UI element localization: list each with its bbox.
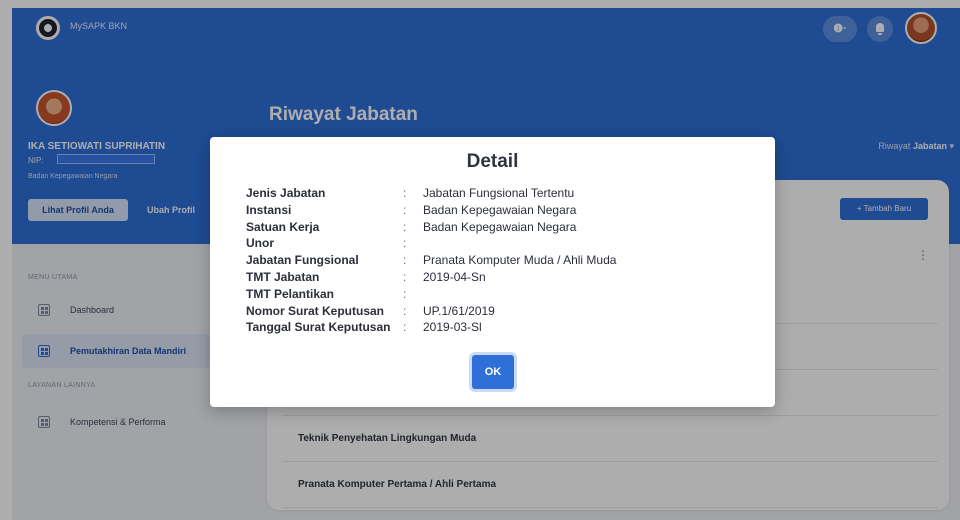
- detail-row: TMT Pelantikan :: [246, 287, 746, 304]
- field-value: Badan Kepegawaian Negara: [423, 219, 577, 234]
- detail-modal: Detail Jenis Jabatan : Jabatan Fungsiona…: [210, 137, 775, 407]
- field-label: Unor: [246, 236, 274, 251]
- field-label: TMT Pelantikan: [246, 286, 335, 301]
- field-separator: :: [403, 253, 407, 268]
- detail-row: Jabatan Fungsional : Pranata Komputer Mu…: [246, 253, 746, 270]
- field-label: Nomor Surat Keputusan: [246, 303, 385, 318]
- detail-row: Satuan Kerja : Badan Kepegawaian Negara: [246, 220, 746, 237]
- field-label: TMT Jabatan: [246, 269, 320, 284]
- field-value: Pranata Komputer Muda / Ahli Muda: [423, 253, 617, 268]
- modal-title: Detail: [466, 151, 519, 172]
- detail-row: Tanggal Surat Keputusan : 2019-03-Sl: [246, 320, 746, 337]
- field-separator: :: [403, 286, 407, 301]
- ok-button[interactable]: OK: [472, 355, 514, 389]
- field-value: 2019-03-Sl: [423, 320, 482, 335]
- field-separator: :: [403, 303, 407, 318]
- field-separator: :: [403, 269, 407, 284]
- detail-fields: Jenis Jabatan : Jabatan Fungsional Terte…: [246, 186, 746, 337]
- field-label: Satuan Kerja: [246, 219, 320, 234]
- field-value: Badan Kepegawaian Negara: [423, 202, 577, 217]
- field-label: Instansi: [246, 202, 292, 217]
- detail-row: TMT Jabatan : 2019-04-Sn: [246, 270, 746, 287]
- field-separator: :: [403, 320, 407, 335]
- field-separator: :: [403, 236, 407, 251]
- detail-row: Jenis Jabatan : Jabatan Fungsional Terte…: [246, 186, 746, 203]
- detail-row: Instansi : Badan Kepegawaian Negara: [246, 203, 746, 220]
- field-separator: :: [403, 186, 407, 200]
- field-label: Tanggal Surat Keputusan: [246, 320, 391, 335]
- field-label: Jenis Jabatan: [246, 186, 326, 200]
- detail-row: Unor :: [246, 236, 746, 253]
- field-label: Jabatan Fungsional: [246, 253, 359, 268]
- field-value: 2019-04-Sn: [423, 269, 486, 284]
- detail-row: Nomor Surat Keputusan : UP.1/61/2019: [246, 304, 746, 321]
- field-value: UP.1/61/2019: [423, 303, 495, 318]
- field-separator: :: [403, 219, 407, 234]
- field-value: Jabatan Fungsional Tertentu: [423, 186, 575, 200]
- field-separator: :: [403, 202, 407, 217]
